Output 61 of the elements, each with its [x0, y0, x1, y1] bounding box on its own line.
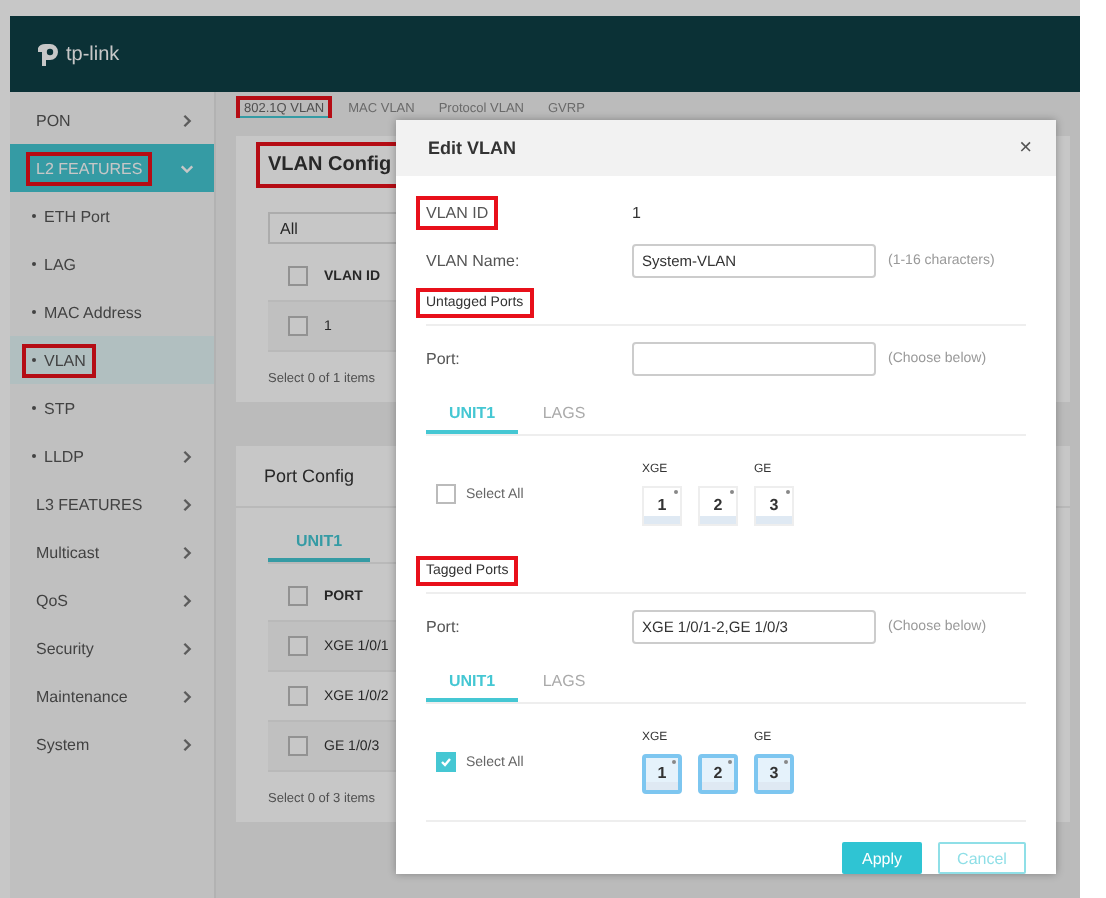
sidebar-label: LAG — [22, 247, 87, 281]
sidebar-item[interactable]: Multicast — [10, 528, 214, 576]
sidebar-subitem[interactable]: VLAN — [10, 336, 214, 384]
field-label: VLAN ID — [416, 195, 499, 229]
chevron-icon — [180, 545, 194, 559]
port-button[interactable]: 2 — [698, 485, 738, 525]
check-icon — [440, 756, 452, 768]
sidebar-subitem[interactable]: LAG — [10, 240, 214, 288]
port-button[interactable]: 3 — [754, 753, 794, 793]
field-label: Port: — [424, 615, 462, 639]
port-button[interactable]: 1 — [642, 485, 682, 525]
sidebar-label: ETH Port — [22, 199, 120, 233]
chevron-icon — [180, 593, 194, 607]
sidebar-label: L2 FEATURES — [26, 151, 153, 185]
sidebar-label: STP — [22, 391, 86, 425]
sidebar-item[interactable]: Security — [10, 624, 214, 672]
chevron-icon — [180, 497, 194, 511]
field-label: Port: — [424, 347, 462, 371]
sidebar-label: Multicast — [34, 541, 102, 565]
input-field[interactable] — [632, 341, 876, 375]
sidebar-label: LLDP — [22, 439, 95, 473]
checkbox[interactable] — [288, 316, 308, 336]
field-label: VLAN Name: — [424, 249, 522, 273]
sidebar-label: QoS — [34, 589, 71, 613]
sidebar-label: VLAN — [22, 343, 96, 377]
chevron-icon — [180, 641, 194, 655]
sidebar-item[interactable]: PON — [10, 96, 214, 144]
sidebar-item[interactable]: L3 FEATURES — [10, 480, 214, 528]
checkbox[interactable] — [288, 266, 308, 286]
checkbox[interactable] — [288, 736, 308, 756]
checkbox[interactable] — [436, 752, 456, 772]
chevron-icon — [180, 113, 194, 127]
checkbox[interactable] — [288, 586, 308, 606]
sidebar-label: Maintenance — [34, 685, 130, 709]
sidebar-label: Security — [34, 637, 96, 662]
port-button[interactable]: 3 — [754, 485, 794, 525]
field-value: 1 — [632, 203, 641, 221]
chevron-icon — [180, 449, 194, 463]
port-button[interactable]: 1 — [642, 753, 682, 793]
logo-text: tp-link — [66, 43, 120, 65]
chevron-icon — [180, 161, 194, 175]
checkbox[interactable] — [288, 636, 308, 656]
chevron-icon — [180, 737, 194, 751]
checkbox[interactable] — [436, 484, 456, 504]
dialog-title: Edit VLAN — [428, 138, 516, 158]
sidebar-label: L3 FEATURES — [34, 493, 145, 517]
logo-icon — [34, 41, 60, 67]
sidebar-subitem[interactable]: ETH Port — [10, 192, 214, 240]
checkbox[interactable] — [288, 686, 308, 706]
chevron-icon — [180, 689, 194, 703]
sidebar-subitem[interactable]: STP — [10, 384, 214, 432]
sidebar-item[interactable]: QoS — [10, 576, 214, 624]
sidebar-item[interactable]: Maintenance — [10, 672, 214, 720]
sidebar-subitem[interactable]: MAC Address — [10, 288, 214, 336]
close-button[interactable]: × — [1019, 136, 1032, 160]
sidebar-label: PON — [34, 109, 73, 133]
sidebar-item[interactable]: System — [10, 720, 214, 768]
sidebar-label: MAC Address — [22, 295, 152, 329]
port-button[interactable]: 2 — [698, 753, 738, 793]
sidebar-subitem[interactable]: LLDP — [10, 432, 214, 480]
sidebar-label: System — [34, 733, 92, 758]
